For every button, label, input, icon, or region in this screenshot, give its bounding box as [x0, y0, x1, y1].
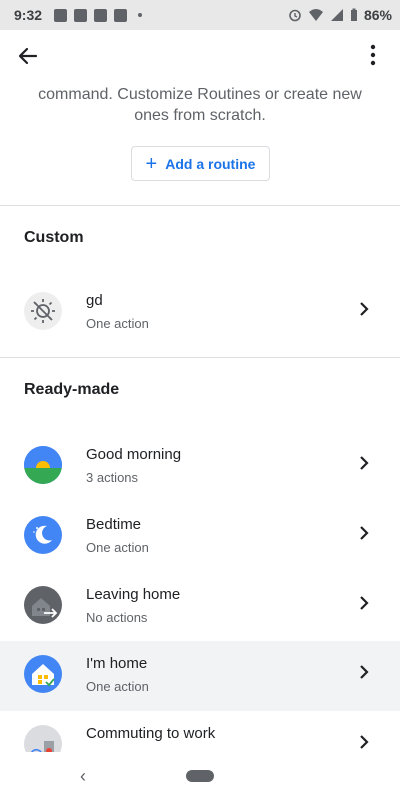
more-options-icon[interactable] — [368, 44, 378, 66]
routine-row-good-morning[interactable]: Good morning 3 actions — [0, 432, 400, 502]
nav-back-icon[interactable]: ‹ — [80, 766, 86, 787]
routine-subtitle: 3 actions — [86, 470, 139, 485]
status-time: 9:32 — [14, 7, 43, 23]
message-icon — [74, 8, 88, 22]
back-arrow-icon[interactable] — [14, 42, 42, 70]
intro-text: command. Customize Routines or create ne… — [0, 84, 400, 126]
chevron-right-icon — [360, 456, 369, 470]
routine-subtitle: No actions — [86, 610, 148, 625]
section-divider — [0, 205, 400, 206]
add-routine-button[interactable]: + Add a routine — [131, 146, 270, 181]
moon-icon — [24, 516, 62, 554]
system-nav-bar: ‹ — [0, 752, 400, 799]
routine-title: Leaving home — [86, 586, 181, 603]
routine-title: Good morning — [86, 446, 182, 463]
image-icon — [54, 8, 68, 22]
add-routine-label: Add a routine — [165, 155, 256, 172]
routine-row-im-home[interactable]: I'm home One action — [0, 641, 400, 711]
lr-app-icon — [94, 8, 108, 22]
readymade-section-title: Ready-made — [24, 381, 120, 398]
plus-icon: + — [145, 152, 158, 175]
nav-home-pill[interactable] — [186, 770, 214, 782]
sun-settings-icon — [24, 292, 62, 330]
more-notifications-dot — [138, 13, 143, 17]
leaving-home-icon — [24, 586, 62, 624]
custom-section-title: Custom — [24, 229, 84, 246]
sunrise-icon — [24, 446, 62, 484]
routine-row-gd[interactable]: gd One action — [0, 278, 400, 348]
routine-title: gd — [86, 292, 103, 309]
chevron-right-icon — [360, 665, 369, 679]
chevron-right-icon — [360, 302, 369, 316]
routine-title: Commuting to work — [86, 725, 216, 742]
calendar-icon — [114, 8, 128, 22]
intro-line-2: ones from scratch. — [134, 107, 266, 124]
routine-row-bedtime[interactable]: Bedtime One action — [0, 502, 400, 572]
chevron-right-icon — [360, 596, 369, 610]
status-bar: 9:32 86% — [0, 0, 400, 30]
top-bar — [0, 30, 400, 80]
signal-icon — [330, 9, 343, 21]
section-divider — [0, 357, 400, 358]
battery-percent: 86% — [363, 7, 392, 23]
alarm-icon — [289, 9, 301, 22]
chevron-right-icon — [360, 526, 369, 540]
intro-line-1: command. Customize Routines or create ne… — [38, 86, 362, 103]
routine-row-leaving-home[interactable]: Leaving home No actions — [0, 572, 400, 642]
chevron-right-icon — [360, 735, 369, 749]
routine-subtitle: One action — [86, 540, 149, 555]
routine-subtitle: One action — [86, 316, 149, 331]
battery-icon — [350, 8, 357, 21]
notification-icons — [54, 8, 143, 22]
wifi-icon — [308, 9, 323, 21]
routine-title: I'm home — [86, 655, 148, 672]
home-icon — [24, 655, 62, 693]
routine-title: Bedtime — [86, 516, 142, 533]
routine-subtitle: One action — [86, 679, 149, 694]
